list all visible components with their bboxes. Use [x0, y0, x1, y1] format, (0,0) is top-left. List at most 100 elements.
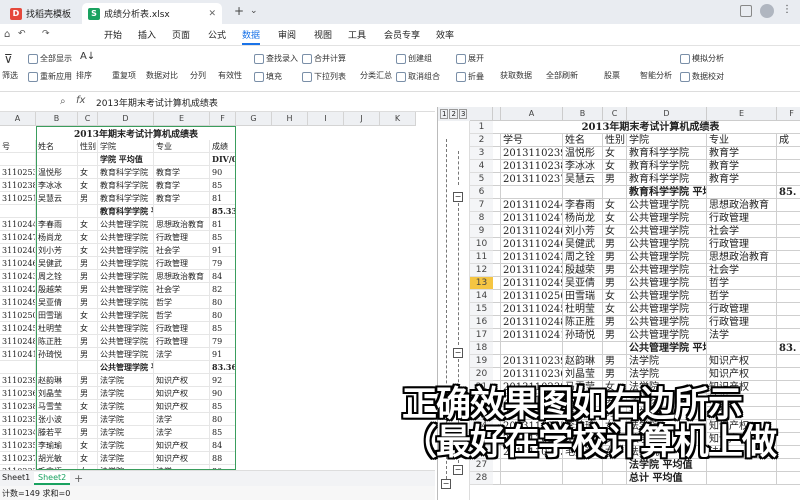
table-cell[interactable]: 92 [210, 374, 236, 387]
table-cell[interactable]: 公共管理学院 [627, 199, 707, 212]
left-header-row[interactable]: 号姓名 性别 学院 专业 成绩 [0, 140, 236, 153]
table-cell[interactable]: 男 [78, 257, 98, 270]
table-cell[interactable]: 陈正胜 [563, 316, 603, 329]
table-cell[interactable] [493, 147, 501, 160]
table-cell[interactable]: 张小波 [36, 413, 78, 426]
close-tab-icon[interactable]: ✕ [208, 9, 216, 19]
table-cell[interactable]: 吴慧云 [563, 173, 603, 186]
table-cell[interactable] [777, 355, 800, 368]
table-cell[interactable]: DIV/0 [210, 153, 236, 166]
table-cell[interactable]: 法学院 [98, 413, 154, 426]
table-row[interactable]: 3110243 周之铨男公共管理学院 思想政治教育 84 [0, 270, 236, 283]
table-cell[interactable] [563, 186, 603, 199]
sheet-tab-1[interactable]: Sheet1 [2, 473, 30, 482]
table-cell[interactable]: 90 [210, 166, 236, 179]
filter-button[interactable]: 筛选 [2, 70, 18, 81]
table-row[interactable]: 总计 平均值 [493, 472, 800, 485]
table-row[interactable]: 3110235 张小波男法学院 法学 80 [0, 413, 236, 426]
chevron-down-icon[interactable]: ⌄ [250, 6, 258, 16]
table-cell[interactable]: 女 [78, 439, 98, 452]
table-cell[interactable]: 社会学 [707, 225, 777, 238]
table-cell[interactable]: 知识产权 [154, 374, 210, 387]
table-row[interactable]: 2013110239 温悦彤女教育科学学院 教育学 [493, 147, 800, 160]
row-number[interactable]: 8 [470, 212, 493, 225]
table-cell[interactable]: 杨尚龙 [563, 212, 603, 225]
table-cell[interactable]: 思想政治教育 [707, 251, 777, 264]
table-cell[interactable]: 思想政治教育 [707, 199, 777, 212]
menu-start[interactable]: 开始 [104, 28, 122, 41]
table-cell[interactable] [777, 160, 800, 173]
table-cell[interactable]: 男 [603, 173, 627, 186]
table-cell[interactable]: 专业 [154, 140, 210, 153]
table-row[interactable]: 3110234 滕若平男法学院 法学 85 [0, 426, 236, 439]
table-cell[interactable]: 男 [603, 316, 627, 329]
table-cell[interactable]: 81 [210, 218, 236, 231]
table-cell[interactable]: 3110244 [0, 218, 36, 231]
table-cell[interactable] [36, 153, 78, 166]
table-cell[interactable]: 3110239 [0, 374, 36, 387]
undo-icon[interactable]: ↶ [18, 29, 26, 39]
table-cell[interactable]: 法学 [707, 329, 777, 342]
table-cell[interactable] [603, 472, 627, 485]
table-cell[interactable] [777, 329, 800, 342]
row-number[interactable]: 28 [470, 472, 493, 485]
table-row[interactable]: 2013110239 赵韵琳男法学院 知识产权 [493, 355, 800, 368]
table-cell[interactable] [501, 186, 563, 199]
table-cell[interactable]: 3110246 [0, 257, 36, 270]
table-cell[interactable] [493, 225, 501, 238]
table-cell[interactable]: 男 [603, 329, 627, 342]
table-cell[interactable]: 3110241 [0, 348, 36, 361]
left-col-header[interactable]: A [0, 112, 36, 126]
table-cell[interactable]: 男 [78, 348, 98, 361]
table-row[interactable]: 学号 姓名 性别 学院 专业成 [493, 134, 800, 147]
table-cell[interactable]: 总计 平均值 [627, 472, 707, 485]
table-cell[interactable]: 行政管理 [707, 212, 777, 225]
table-cell[interactable] [777, 407, 800, 420]
right-col-header[interactable] [493, 107, 501, 121]
table-cell[interactable]: 女 [78, 452, 98, 465]
table-cell[interactable]: 法学院 [98, 387, 154, 400]
table-cell[interactable]: 田雪瑞 [36, 309, 78, 322]
table-cell[interactable]: 公共管理学院 [98, 257, 154, 270]
table-row[interactable]: 学院 平均值 DIV/0 [0, 153, 236, 166]
table-cell[interactable]: 3110235 [0, 439, 36, 452]
table-row[interactable]: 2013110250 田雪瑞女公共管理学院 哲学 [493, 290, 800, 303]
table-cell[interactable]: 80 [210, 296, 236, 309]
table-cell[interactable]: 85 [210, 426, 236, 439]
table-cell[interactable]: 公共管理学院 [627, 251, 707, 264]
table-cell[interactable]: 2013110246 [501, 238, 563, 251]
table-cell[interactable]: 84 [210, 439, 236, 452]
table-cell[interactable]: 教育科学学院 [98, 179, 154, 192]
table-cell[interactable]: 李冰冰 [563, 160, 603, 173]
row-number[interactable]: 5 [470, 173, 493, 186]
table-cell[interactable]: 法学 [154, 426, 210, 439]
table-cell[interactable]: 法学院 [98, 439, 154, 452]
table-row[interactable]: 公共管理学院 平均值 83.36 [0, 361, 236, 374]
table-cell[interactable]: 刘小芳 [563, 225, 603, 238]
table-row[interactable]: 2013110246 吴健武男公共管理学院 行政管理 [493, 238, 800, 251]
table-row[interactable]: 2013110240 刘小芳女公共管理学院 社会学 [493, 225, 800, 238]
row-number[interactable]: 4 [470, 160, 493, 173]
table-cell[interactable]: 李瑜瑜 [36, 439, 78, 452]
table-row[interactable]: 3110250 田雪瑞女公共管理学院 哲学 80 [0, 309, 236, 322]
table-cell[interactable]: 法学院 [98, 400, 154, 413]
more-icon[interactable]: ⋮ [782, 4, 792, 15]
row-number[interactable]: 16 [470, 316, 493, 329]
table-cell[interactable]: 周之铨 [563, 251, 603, 264]
table-cell[interactable] [78, 361, 98, 374]
table-cell[interactable]: 成绩 [210, 140, 236, 153]
table-cell[interactable]: 教育学 [154, 179, 210, 192]
right-col-header[interactable]: C [603, 107, 627, 121]
table-cell[interactable] [501, 472, 563, 485]
table-cell[interactable] [493, 290, 501, 303]
table-cell[interactable]: 公共管理学院 平均值 [627, 342, 707, 355]
table-cell[interactable]: 男 [78, 192, 98, 205]
right-col-header[interactable]: B [563, 107, 603, 121]
table-cell[interactable]: 思想政治教育 [154, 270, 210, 283]
left-col-header[interactable]: F [210, 112, 236, 126]
table-cell[interactable]: 思想政治教育 [154, 218, 210, 231]
table-cell[interactable]: 行政管理 [154, 335, 210, 348]
table-cell[interactable]: 女 [78, 179, 98, 192]
table-row[interactable]: 3110241 孙琦悦男公共管理学院 法学 91 [0, 348, 236, 361]
table-cell[interactable]: 79 [210, 257, 236, 270]
